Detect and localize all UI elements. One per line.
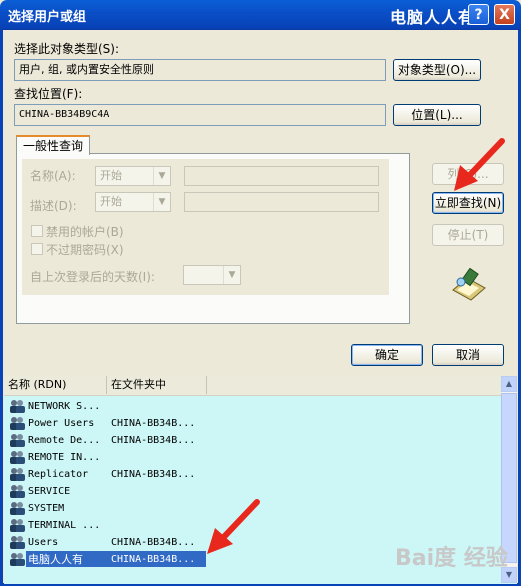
object-types-button[interactable]: 对象类型(O)... [393,59,481,81]
user-group-icon [10,468,25,481]
list-item[interactable]: Replicator CHINA-BB34B... [8,466,498,483]
locations-button[interactable]: 位置(L)... [393,104,481,126]
item-name: SYSTEM [28,503,65,514]
ok-button[interactable]: 确定 [351,344,423,366]
object-type-field: 用户, 组, 或内置安全性原则 [14,59,386,81]
red-arrow-annotation [207,499,260,554]
item-folder: CHINA-BB34B... [111,554,196,565]
column-header-folder[interactable]: 在文件夹中 [107,376,207,394]
scroll-up-icon[interactable]: ▲ [501,376,517,392]
cancel-button[interactable]: 取消 [432,344,504,366]
user-group-icon [10,519,25,532]
disabled-accounts-checkbox[interactable] [31,225,43,237]
list-item[interactable]: Remote De... CHINA-BB34B... [8,432,498,449]
user-group-icon [10,553,25,566]
description-mode-select[interactable]: 开始 ▼ [95,192,171,212]
window-title: 选择用户或组 [8,10,87,25]
item-name: NETWORK S... [28,401,101,412]
user-group-icon [10,536,25,549]
name-mode-value: 开始 [100,169,122,182]
search-flashlight-icon [452,268,486,301]
user-group-icon [10,502,25,515]
location-label: 查找位置(F): [14,87,83,101]
item-folder: CHINA-BB34B... [111,469,196,480]
chevron-down-icon: ▼ [153,167,170,185]
item-name: SERVICE [28,486,71,497]
red-arrow-annotation [454,138,505,191]
chevron-down-icon: ▼ [223,266,240,284]
item-name: TERMINAL ... [28,520,101,531]
column-header-name[interactable]: 名称 (RDN) [4,376,107,394]
no-expire-password-label: 不过期密码(X) [46,243,124,257]
item-name: 电脑人人有 [28,553,83,566]
list-item[interactable]: REMOTE IN... [8,449,498,466]
location-field: CHINA-BB34B9C4A [14,104,386,126]
item-name: Users [28,537,59,548]
list-item[interactable]: Power Users CHINA-BB34B... [8,415,498,432]
days-since-logon-label: 自上次登录后的天数(I): [30,270,155,284]
description-label: 描述(D): [30,199,77,213]
user-group-icon [10,485,25,498]
user-group-icon [10,451,25,464]
item-name: Power Users [28,418,95,429]
days-since-logon-select[interactable]: ▼ [183,265,241,285]
name-mode-select[interactable]: 开始 ▼ [95,166,171,186]
user-group-icon [10,417,25,430]
list-item[interactable]: NETWORK S... [8,398,498,415]
chevron-down-icon: ▼ [153,193,170,211]
item-folder: CHINA-BB34B... [111,418,196,429]
item-folder: CHINA-BB34B... [111,537,196,548]
watermark: Bai度 经验 [395,546,508,571]
no-expire-password-checkbox[interactable] [31,243,43,255]
name-label: 名称(A): [30,169,76,183]
tab-general-query[interactable]: 一般性查询 [16,135,90,155]
description-input[interactable] [184,192,379,212]
item-folder: CHINA-BB34B... [111,435,196,446]
item-name: REMOTE IN... [28,452,101,463]
brand-logo-text: 电脑人人有 [390,8,476,27]
object-type-label: 选择此对象类型(S): [14,42,120,56]
item-name: Remote De... [28,435,101,446]
results-header: 名称 (RDN) 在文件夹中 [4,376,501,396]
scrollbar-thumb[interactable] [501,393,517,563]
name-input[interactable] [184,166,379,186]
help-button[interactable]: ? [468,4,489,25]
description-mode-value: 开始 [100,195,122,208]
user-group-icon [10,434,25,447]
stop-button[interactable]: 停止(T) [432,224,504,246]
title-bar[interactable]: 选择用户或组 电脑人人有 ? X [0,0,521,30]
user-group-icon [10,400,25,413]
disabled-accounts-label: 禁用的帐户(B) [46,225,124,239]
item-name: Replicator [28,469,89,480]
close-button[interactable]: X [494,4,515,25]
